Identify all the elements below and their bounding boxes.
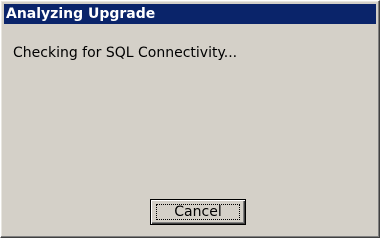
status-message: Checking for SQL Connectivity...	[13, 45, 238, 61]
cancel-button-label: Cancel	[174, 204, 222, 220]
cancel-button[interactable]: Cancel	[150, 199, 246, 225]
dialog-title-bar: Analyzing Upgrade	[4, 4, 376, 24]
analyzing-upgrade-dialog: Analyzing Upgrade Checking for SQL Conne…	[0, 0, 380, 238]
